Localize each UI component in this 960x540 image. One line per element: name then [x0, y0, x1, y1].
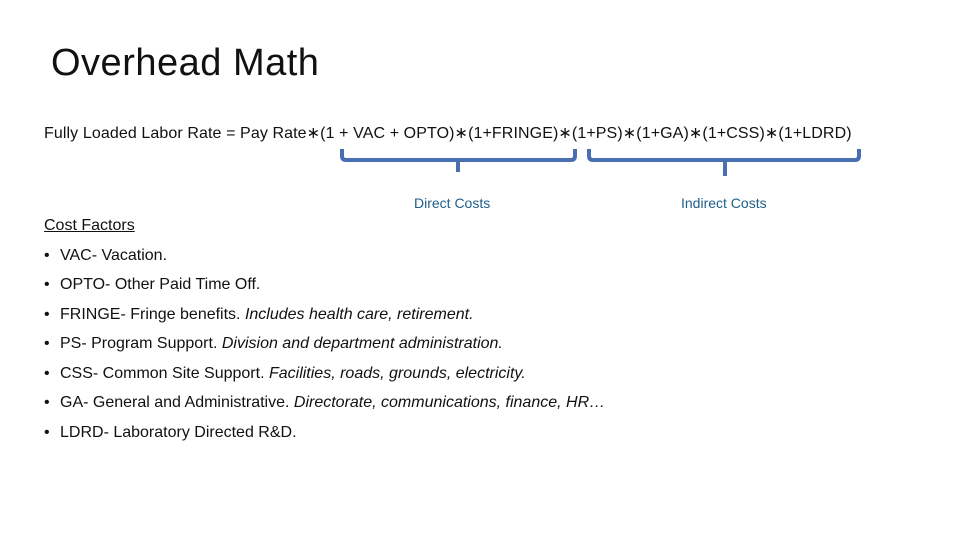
list-item-vac: • VAC- Vacation.: [44, 241, 605, 271]
factor-description: Division and department administration.: [221, 335, 503, 352]
factor-description: Directorate, communications, finance, HR…: [293, 394, 606, 411]
direct-costs-label: Direct Costs: [414, 195, 491, 211]
cost-factors-list: • VAC- Vacation. • OPTO- Other Paid Time O…: [44, 241, 605, 448]
indirect-costs-label: Indirect Costs: [681, 195, 767, 211]
cost-factors-heading: Cost Factors: [44, 217, 135, 234]
bullet-icon: •: [44, 364, 50, 382]
bullet-icon: •: [44, 276, 50, 293]
factor-term: LDRD- Laboratory Directed R&D.: [60, 423, 297, 441]
bullet-icon: •: [44, 394, 50, 411]
bullet-icon: •: [44, 305, 50, 323]
factor-term: GA- General and Administrative.: [60, 394, 294, 411]
list-item-opto: • OPTO- Other Paid Time Off.: [44, 270, 605, 300]
factor-term: PS- Program Support.: [60, 335, 222, 352]
factor-term: FRINGE- Fringe benefits.: [60, 305, 245, 323]
factor-term: CSS- Common Site Support.: [60, 364, 269, 382]
factor-description: Facilities, roads, grounds, electricity.: [268, 364, 526, 382]
list-item-ga: • GA- General and Administrative. Directo…: [44, 388, 605, 418]
direct-costs-bracket: [340, 149, 577, 172]
list-item-fringe: • FRINGE- Fringe benefits. Includes healt…: [44, 300, 605, 330]
bullet-icon: •: [44, 246, 50, 264]
factor-term: OPTO- Other Paid Time Off.: [60, 276, 261, 293]
labor-rate-formula: Fully Loaded Labor Rate = Pay Rate∗(1 + …: [44, 125, 852, 142]
bullet-icon: •: [44, 423, 50, 441]
cost-factors-section: Cost Factors • VAC- Vacation. • OPTO- Othe…: [44, 211, 605, 447]
indirect-costs-bracket: [587, 149, 861, 176]
factor-term: VAC- Vacation.: [60, 246, 168, 264]
list-item-css: • CSS- Common Site Support. Facilities, r…: [44, 359, 605, 389]
list-item-ps: • PS- Program Support. Division and depar…: [44, 329, 605, 359]
slide-title: Overhead Math: [51, 42, 320, 84]
bullet-icon: •: [44, 335, 50, 352]
list-item-ldrd: • LDRD- Laboratory Directed R&D.: [44, 418, 605, 448]
factor-description: Includes health care, retirement.: [244, 305, 474, 323]
